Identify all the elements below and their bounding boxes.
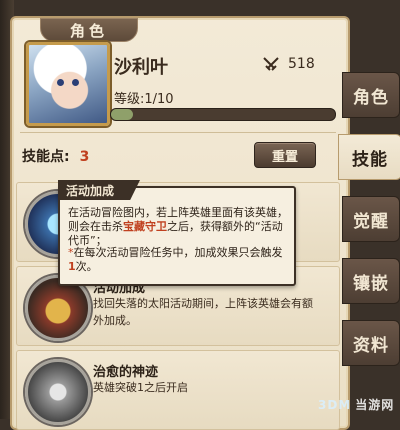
crossed-swords-icon xyxy=(263,57,279,71)
skill-points-label: 技能点: xyxy=(22,149,70,165)
skill-row-3[interactable]: 治愈的神迹 英雄突破1之后开启 xyxy=(16,350,340,430)
panel-title: 角色 xyxy=(40,18,138,42)
skill-description: 英雄突破1之后开启 xyxy=(93,381,188,394)
skill-points-value: 3 xyxy=(79,149,90,165)
tooltip-note: *在每次活动冒险任务中，加成效果只会触发1次。 xyxy=(68,246,288,274)
tab-role[interactable]: 角色 xyxy=(342,72,400,118)
skill-description: 找回失落的太阳活动期间，上阵该英雄会有额外加成。 xyxy=(93,297,313,327)
watermark-text: 当游网 xyxy=(355,398,395,412)
holy-sigil-icon[interactable] xyxy=(25,359,91,425)
tab-inlay[interactable]: 镶嵌 xyxy=(342,258,400,304)
header-divider xyxy=(20,132,336,133)
note-number: 1 xyxy=(68,260,76,273)
level-progress-bar xyxy=(110,108,336,121)
skill-tooltip: 活动加成 在活动冒险图内，若上阵英雄里面有该英雄，则会在击杀宝藏守卫之后，获得额… xyxy=(58,180,296,286)
skill-name: 治愈的神迹 xyxy=(93,365,159,380)
hero-level: 等级:1/10 xyxy=(114,92,174,107)
watermark-logo: 3DM xyxy=(318,398,352,412)
hero-portrait[interactable] xyxy=(26,42,110,126)
tooltip-body: 在活动冒险图内，若上阵英雄里面有该英雄，则会在击杀宝藏守卫之后，获得额外的“活动… xyxy=(68,206,288,248)
hero-power: 518 xyxy=(262,56,315,72)
tab-awaken[interactable]: 觉醒 xyxy=(342,196,400,242)
note-text-a: 在每次活动冒险任务中，加成效果只会触发 xyxy=(73,246,283,259)
tab-info[interactable]: 资料 xyxy=(342,320,400,366)
skill-points: 技能点: 3 xyxy=(22,146,89,166)
tab-skills[interactable]: 技能 xyxy=(338,134,400,180)
note-text-b: 次。 xyxy=(75,260,98,273)
site-watermark: 3DM 当游网 xyxy=(318,396,394,413)
power-value: 518 xyxy=(288,56,315,72)
reset-button[interactable]: 重置 xyxy=(254,142,316,168)
hero-name: 沙利叶 xyxy=(114,57,168,78)
tooltip-title: 活动加成 xyxy=(58,180,141,200)
tooltip-highlight: 宝藏守卫 xyxy=(123,220,167,233)
level-progress-fill xyxy=(111,109,134,120)
